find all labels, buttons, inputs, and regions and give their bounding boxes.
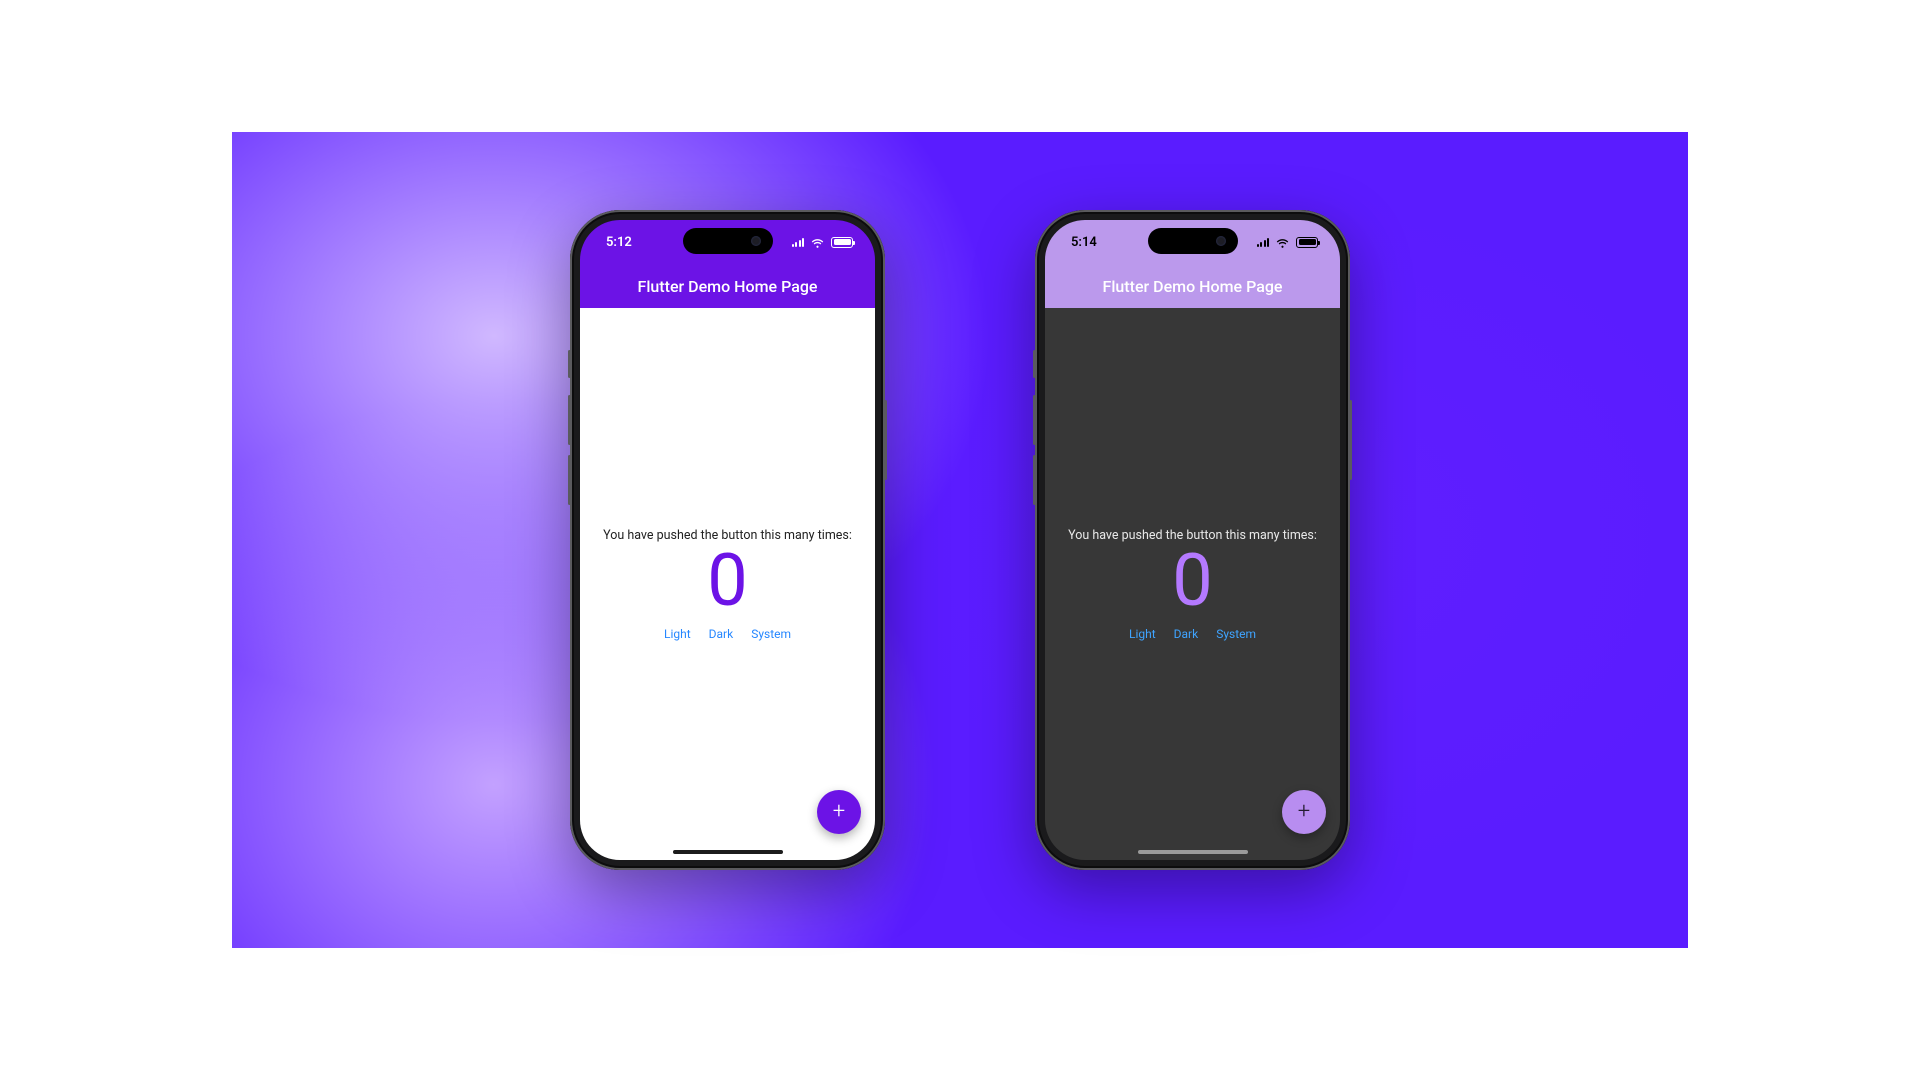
phone-button	[568, 350, 571, 378]
app-bar: Flutter Demo Home Page	[580, 264, 875, 308]
theme-option-dark[interactable]: Dark	[1174, 627, 1199, 641]
theme-option-system[interactable]: System	[1216, 627, 1256, 641]
phone-button	[568, 455, 571, 505]
cellular-icon	[1257, 237, 1270, 247]
theme-options: Light Dark System	[664, 627, 791, 641]
theme-option-light[interactable]: Light	[664, 627, 691, 641]
battery-icon	[831, 237, 853, 248]
phone-button	[884, 400, 887, 480]
fab-increment[interactable]: +	[817, 790, 861, 834]
counter-value: 0	[1172, 545, 1212, 617]
wifi-icon	[810, 235, 825, 250]
plus-icon: +	[1298, 801, 1310, 823]
phone-button	[1033, 455, 1036, 505]
phone-button	[1033, 350, 1036, 378]
fab-increment[interactable]: +	[1282, 790, 1326, 834]
app-bar-title: Flutter Demo Home Page	[638, 277, 818, 296]
battery-icon	[1296, 237, 1318, 248]
page-body: You have pushed the button this many tim…	[1045, 308, 1340, 860]
screen-dark: 5:14 Flutter Demo Home Page You have pus…	[1045, 220, 1340, 860]
phone-button	[1349, 400, 1352, 480]
screen-light: 5:12 Flutter Demo Home Page You have pus…	[580, 220, 875, 860]
home-indicator	[1138, 850, 1248, 854]
cellular-icon	[792, 237, 805, 247]
wallpaper: 5:12 Flutter Demo Home Page You have pus…	[232, 132, 1688, 948]
plus-icon: +	[833, 801, 845, 823]
status-icons	[792, 235, 854, 250]
phone-button	[1033, 395, 1036, 445]
app-bar-title: Flutter Demo Home Page	[1103, 277, 1283, 296]
theme-options: Light Dark System	[1129, 627, 1256, 641]
wifi-icon	[1275, 235, 1290, 250]
app-bar: Flutter Demo Home Page	[1045, 264, 1340, 308]
phone-light: 5:12 Flutter Demo Home Page You have pus…	[570, 210, 885, 870]
dynamic-island	[1148, 228, 1238, 254]
status-time: 5:12	[606, 235, 632, 250]
status-time: 5:14	[1071, 235, 1097, 250]
phone-button	[568, 395, 571, 445]
theme-option-light[interactable]: Light	[1129, 627, 1156, 641]
theme-option-system[interactable]: System	[751, 627, 791, 641]
dynamic-island	[683, 228, 773, 254]
counter-value: 0	[707, 545, 747, 617]
home-indicator	[673, 850, 783, 854]
page-body: You have pushed the button this many tim…	[580, 308, 875, 860]
phone-dark: 5:14 Flutter Demo Home Page You have pus…	[1035, 210, 1350, 870]
status-icons	[1257, 235, 1319, 250]
theme-option-dark[interactable]: Dark	[709, 627, 734, 641]
